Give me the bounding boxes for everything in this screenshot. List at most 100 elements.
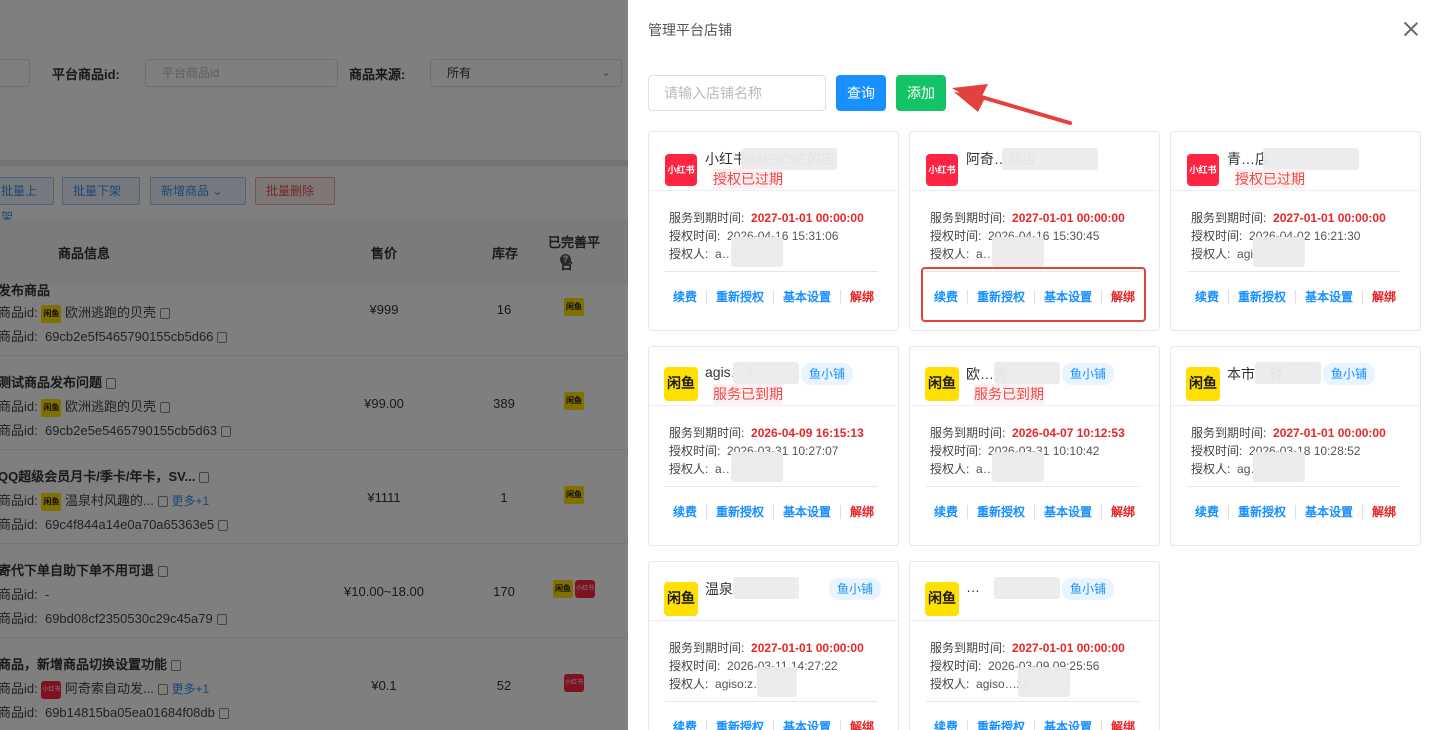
- expire-value: 2027-01-01 00:00:00: [1012, 211, 1125, 225]
- renew-button[interactable]: 续费: [1186, 505, 1228, 519]
- shop-card: 小红书小红书64E9C9E的店授权已过期服务到期时间: 2027-01-01 0…: [648, 131, 899, 331]
- reauthorize-button[interactable]: 重新授权: [1227, 505, 1295, 519]
- renew-button[interactable]: 续费: [664, 720, 706, 730]
- add-shop-button[interactable]: 添加: [896, 75, 946, 111]
- privacy-blur: [731, 237, 783, 267]
- shop-actions: 续费 重新授权 基本设置 解绑: [910, 503, 1159, 521]
- shop-card-header: 闲鱼 agis…3 鱼小铺 服务已到期: [649, 347, 898, 406]
- shop-card: 小红书 青…店 授权已过期 服务到期时间: 2027-01-01 00:00:00 授权…: [1170, 131, 1421, 331]
- privacy-blur: [733, 577, 799, 599]
- shop-name: …: [966, 579, 980, 595]
- privacy-blur: [992, 452, 1044, 482]
- privacy-blur: [1255, 362, 1321, 384]
- reauthorize-button[interactable]: 重新授权: [966, 720, 1034, 730]
- unbind-button[interactable]: 解绑: [840, 290, 883, 304]
- card-divider: [665, 701, 878, 702]
- shop-name-search-input[interactable]: [648, 75, 826, 111]
- shop-status-badge: 服务已到期: [713, 384, 783, 404]
- basic-settings-button[interactable]: 基本设置: [1034, 505, 1101, 519]
- unbind-button[interactable]: 解绑: [840, 720, 883, 730]
- expire-line: 服务到期时间: 2027-01-01 00:00:00: [669, 641, 864, 655]
- reauthorize-button[interactable]: 重新授权: [705, 505, 773, 519]
- annotation-highlight-box: [921, 267, 1146, 322]
- basic-settings-button[interactable]: 基本设置: [1295, 290, 1362, 304]
- reauthorize-button[interactable]: 重新授权: [1227, 290, 1295, 304]
- shop-tag-badge: 鱼小铺: [829, 578, 882, 600]
- shop-card: 闲鱼 温泉… 鱼小铺服务到期时间: 2027-01-01 00:00:00 授权时间:…: [648, 561, 899, 730]
- card-divider: [926, 486, 1139, 487]
- shop-actions: 续费 重新授权 基本设置 解绑: [1171, 288, 1420, 306]
- auth-user-line: 授权人: a…: [669, 462, 734, 476]
- unbind-button[interactable]: 解绑: [1362, 290, 1405, 304]
- card-divider: [665, 271, 878, 272]
- reauthorize-button[interactable]: 重新授权: [705, 720, 773, 730]
- shop-tag-badge: 鱼小铺: [801, 363, 854, 385]
- privacy-blur: [1263, 148, 1359, 170]
- expire-line: 服务到期时间: 2026-04-09 16:15:13: [669, 426, 864, 440]
- expire-line: 服务到期时间: 2027-01-01 00:00:00: [930, 211, 1125, 225]
- shop-card: 闲鱼本市…轻鱼小铺服务到期时间: 2027-01-01 00:00:00授权时间…: [1170, 346, 1421, 546]
- shop-card-header: 闲鱼 … 鱼小铺: [910, 562, 1159, 621]
- reauthorize-button[interactable]: 重新授权: [705, 290, 773, 304]
- xiaohongshu-icon: 小红书: [1187, 154, 1219, 186]
- expire-line: 服务到期时间: 2027-01-01 00:00:00: [930, 641, 1125, 655]
- xiaohongshu-icon: 小红书: [926, 154, 958, 186]
- card-divider: [1187, 271, 1400, 272]
- privacy-blur: [1253, 237, 1305, 267]
- renew-button[interactable]: 续费: [925, 505, 967, 519]
- renew-button[interactable]: 续费: [1186, 290, 1228, 304]
- basic-settings-button[interactable]: 基本设置: [1295, 505, 1362, 519]
- privacy-blur: [1002, 148, 1098, 170]
- shop-actions: 续费 重新授权 基本设置 解绑: [910, 718, 1159, 730]
- modal-overlay[interactable]: [0, 0, 628, 730]
- shop-card-header: 闲鱼本市…轻鱼小铺: [1171, 347, 1420, 406]
- auth-user-line: 授权人: a…: [930, 247, 995, 261]
- annotation-arrow: [952, 84, 1072, 125]
- auth-user-line: 授权人: agiso:z…: [669, 677, 766, 691]
- privacy-blur: [757, 667, 797, 697]
- auth-user-line: 授权人: ag…: [1191, 462, 1263, 476]
- privacy-blur: [741, 148, 837, 170]
- basic-settings-button[interactable]: 基本设置: [773, 290, 840, 304]
- basic-settings-button[interactable]: 基本设置: [773, 505, 840, 519]
- xiaohongshu-icon: 小红书: [665, 154, 697, 186]
- unbind-button[interactable]: 解绑: [1101, 720, 1144, 730]
- expire-value: 2027-01-01 00:00:00: [751, 641, 864, 655]
- reauthorize-button[interactable]: 重新授权: [966, 505, 1034, 519]
- privacy-blur: [994, 362, 1060, 384]
- shop-actions: 续费 重新授权 基本设置 解绑: [649, 718, 898, 730]
- shop-actions: 续费 重新授权 基本设置 解绑: [1171, 503, 1420, 521]
- shop-card-header: 小红书 青…店 授权已过期: [1171, 132, 1420, 191]
- shop-card-header: 闲鱼 欧…壳 鱼小铺 服务已到期: [910, 347, 1159, 406]
- unbind-button[interactable]: 解绑: [840, 505, 883, 519]
- query-button[interactable]: 查询: [836, 75, 886, 111]
- xianyu-icon: 闲鱼: [664, 582, 698, 616]
- unbind-button[interactable]: 解绑: [1362, 505, 1405, 519]
- shop-status-badge: 服务已到期: [974, 384, 1044, 404]
- auth-time-line: 授权时间: 2026-03-11 14:27:22: [669, 659, 838, 673]
- basic-settings-button[interactable]: 基本设置: [1034, 720, 1101, 730]
- privacy-blur: [731, 452, 783, 482]
- renew-button[interactable]: 续费: [925, 720, 967, 730]
- expire-value: 2026-04-07 10:12:53: [1012, 426, 1125, 440]
- drawer-title: 管理平台店铺: [648, 22, 732, 38]
- expire-value: 2027-01-01 00:00:00: [1012, 641, 1125, 655]
- card-divider: [926, 701, 1139, 702]
- renew-button[interactable]: 续费: [664, 290, 706, 304]
- shop-card: 闲鱼 … 鱼小铺 服务到期时间: 2027-01-01 00:00:00 授权时间: 2…: [909, 561, 1160, 730]
- xianyu-icon: 闲鱼: [925, 582, 959, 616]
- privacy-blur: [994, 577, 1060, 599]
- shop-card: 闲鱼 欧…壳 鱼小铺 服务已到期 服务到期时间: 2026-04-07 10:12:53…: [909, 346, 1160, 546]
- shop-card-header: 小红书小红书64E9C9E的店授权已过期: [649, 132, 898, 191]
- unbind-button[interactable]: 解绑: [1101, 505, 1144, 519]
- basic-settings-button[interactable]: 基本设置: [773, 720, 840, 730]
- xianyu-icon: 闲鱼: [1186, 367, 1220, 401]
- close-icon[interactable]: [1401, 19, 1421, 39]
- shop-card-header: 闲鱼 温泉… 鱼小铺: [649, 562, 898, 621]
- expire-line: 服务到期时间: 2027-01-01 00:00:00: [669, 211, 864, 225]
- shop-status-badge: 授权已过期: [1235, 169, 1305, 189]
- renew-button[interactable]: 续费: [664, 505, 706, 519]
- shop-card-header: 小红书 阿奇…的店: [910, 132, 1159, 191]
- auth-user-line: 授权人: a…: [930, 462, 995, 476]
- expire-value: 2027-01-01 00:00:00: [751, 211, 864, 225]
